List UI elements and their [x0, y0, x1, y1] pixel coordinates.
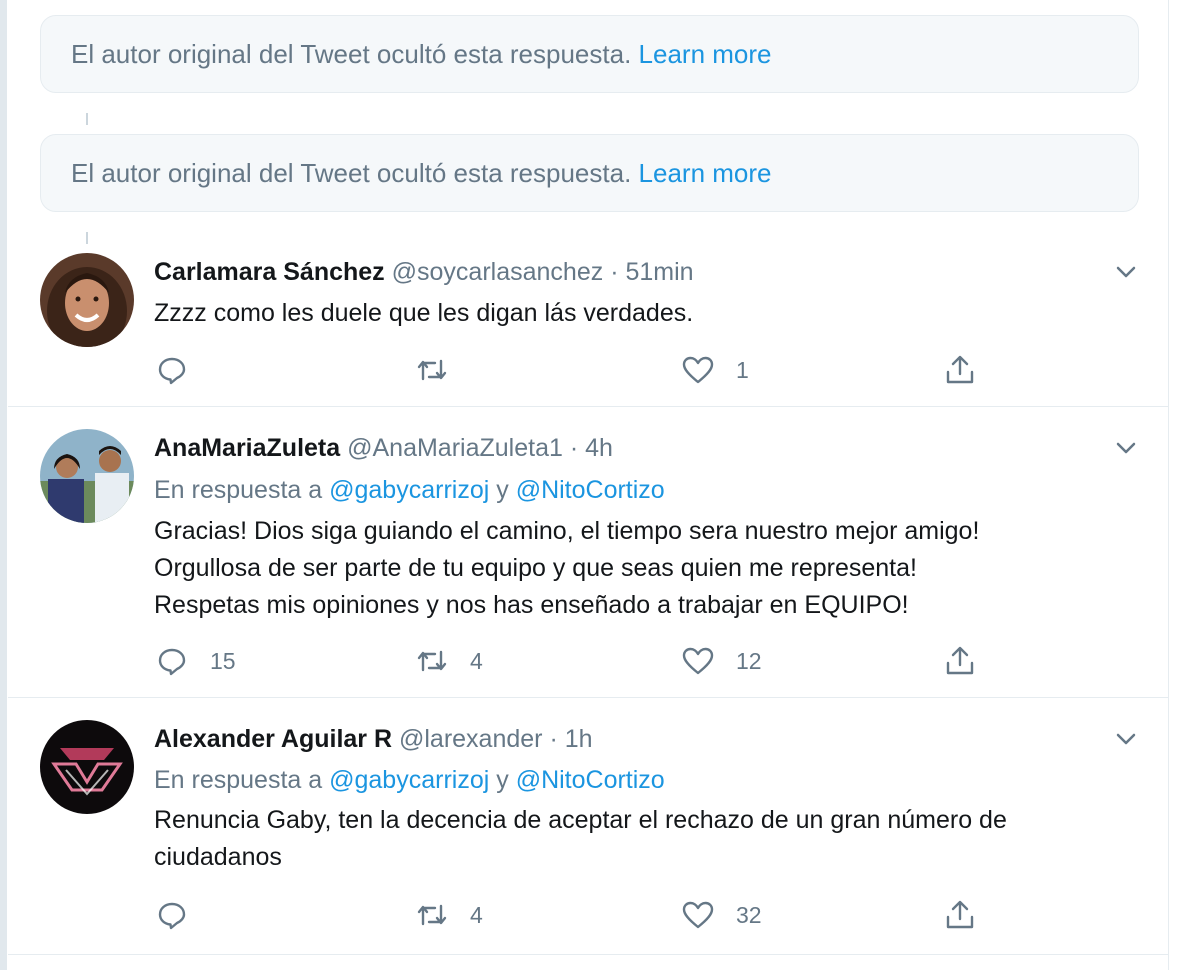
- tweet-header: Alexander Aguilar R @larexander · 1h: [154, 725, 593, 754]
- display-name[interactable]: Carlamara Sánchez: [154, 258, 385, 286]
- chevron-down-icon[interactable]: [1112, 725, 1140, 753]
- tweet-header: Carlamara Sánchez @soycarlasanchez · 51m…: [154, 258, 694, 287]
- avatar[interactable]: [40, 429, 134, 523]
- chevron-down-icon[interactable]: [1112, 258, 1140, 286]
- tweet-divider: [8, 954, 1168, 955]
- mention-link[interactable]: @NitoCortizo: [516, 476, 665, 504]
- reply-button[interactable]: [154, 895, 210, 935]
- username[interactable]: @larexander: [399, 725, 543, 753]
- tweet-text: Zzzz como les duele que les digan lás ve…: [154, 295, 693, 332]
- page-left-border: [0, 0, 7, 970]
- hidden-reply-text: El autor original del Tweet ocultó esta …: [71, 158, 632, 188]
- hidden-reply-text: El autor original del Tweet ocultó esta …: [71, 39, 632, 69]
- reply-prefix: En respuesta a: [154, 766, 323, 794]
- like-button[interactable]: 32: [680, 895, 762, 935]
- share-button[interactable]: [942, 641, 978, 681]
- tweet-text: Gracias! Dios siga guiando el camino, el…: [154, 513, 979, 624]
- tweet-text-line: Gracias! Dios siga guiando el camino, el…: [154, 517, 980, 545]
- timestamp[interactable]: 51min: [625, 258, 693, 286]
- retweet-button[interactable]: [414, 350, 470, 390]
- reply-conjunction: y: [496, 476, 509, 504]
- username[interactable]: @soycarlasanchez: [392, 258, 604, 286]
- reply-button[interactable]: 15: [154, 641, 236, 681]
- tweet-text: Renuncia Gaby, ten la decencia de acepta…: [154, 802, 1007, 876]
- tweet-actions: 1: [154, 350, 994, 390]
- retweet-count: 4: [470, 647, 483, 674]
- heart-icon: [682, 647, 714, 675]
- tweet-text-line: Respetas mis opiniones y nos has enseñad…: [154, 591, 909, 619]
- mention-link[interactable]: @gabycarrizoj: [329, 766, 489, 794]
- share-icon: [946, 900, 974, 929]
- heart-icon: [682, 356, 714, 384]
- timestamp[interactable]: 4h: [585, 434, 613, 462]
- display-name[interactable]: Alexander Aguilar R: [154, 725, 392, 753]
- like-count: 32: [736, 901, 762, 928]
- timeline-right-border: [1168, 0, 1169, 970]
- avatar[interactable]: [40, 253, 134, 347]
- tweet-text-line: Zzzz como les duele que les digan lás ve…: [154, 299, 694, 327]
- avatar[interactable]: [40, 720, 134, 814]
- reply-prefix: En respuesta a: [154, 476, 323, 504]
- username[interactable]: @AnaMariaZuleta1: [347, 434, 563, 462]
- retweet-button[interactable]: 4: [414, 641, 483, 681]
- reply-context: En respuesta a @gabycarrizoj y @NitoCort…: [154, 766, 665, 795]
- tweet[interactable]: Alexander Aguilar R @larexander · 1h En …: [8, 698, 1168, 955]
- retweet-count: 4: [470, 901, 483, 928]
- separator-dot: ·: [549, 725, 558, 753]
- retweet-icon: [417, 650, 447, 672]
- mention-link[interactable]: @NitoCortizo: [516, 766, 665, 794]
- like-count: 1: [736, 356, 749, 383]
- share-button[interactable]: [942, 895, 978, 935]
- hidden-reply-notice: El autor original del Tweet ocultó esta …: [40, 134, 1139, 212]
- chevron-down-icon[interactable]: [1112, 434, 1140, 462]
- tweet[interactable]: AnaMariaZuleta @AnaMariaZuleta1 · 4h En …: [8, 407, 1168, 698]
- reply-conjunction: y: [496, 766, 509, 794]
- like-button[interactable]: 1: [680, 350, 749, 390]
- tweet-actions: 15 4 12: [154, 641, 994, 681]
- tweet[interactable]: Carlamara Sánchez @soycarlasanchez · 51m…: [8, 245, 1168, 407]
- like-count: 12: [736, 647, 762, 674]
- retweet-icon: [417, 904, 447, 926]
- retweet-icon: [417, 359, 447, 381]
- reply-icon: [158, 648, 186, 676]
- heart-icon: [682, 901, 714, 929]
- tweet-actions: 4 32: [154, 895, 994, 935]
- like-button[interactable]: 12: [680, 641, 762, 681]
- thread-connector: [86, 113, 88, 125]
- tweet-text-line: ciudadanos: [154, 843, 282, 871]
- reply-icon: [158, 902, 186, 930]
- reply-button[interactable]: [154, 350, 210, 390]
- share-button[interactable]: [942, 350, 978, 390]
- timestamp[interactable]: 1h: [565, 725, 593, 753]
- share-icon: [946, 355, 974, 384]
- display-name[interactable]: AnaMariaZuleta: [154, 434, 340, 462]
- mention-link[interactable]: @gabycarrizoj: [329, 476, 489, 504]
- share-icon: [946, 646, 974, 675]
- tweet-text-line: Renuncia Gaby, ten la decencia de acepta…: [154, 806, 1007, 834]
- tweet-text-line: Orgullosa de ser parte de tu equipo y qu…: [154, 554, 917, 582]
- reply-count: 15: [210, 647, 236, 674]
- reply-icon: [158, 357, 186, 385]
- learn-more-link[interactable]: Learn more: [639, 39, 772, 69]
- reply-context: En respuesta a @gabycarrizoj y @NitoCort…: [154, 476, 665, 505]
- tweet-header: AnaMariaZuleta @AnaMariaZuleta1 · 4h: [154, 434, 613, 463]
- separator-dot: ·: [610, 258, 619, 286]
- retweet-button[interactable]: 4: [414, 895, 483, 935]
- hidden-reply-notice: El autor original del Tweet ocultó esta …: [40, 15, 1139, 93]
- thread-connector: [86, 232, 88, 244]
- learn-more-link[interactable]: Learn more: [639, 158, 772, 188]
- separator-dot: ·: [569, 434, 579, 462]
